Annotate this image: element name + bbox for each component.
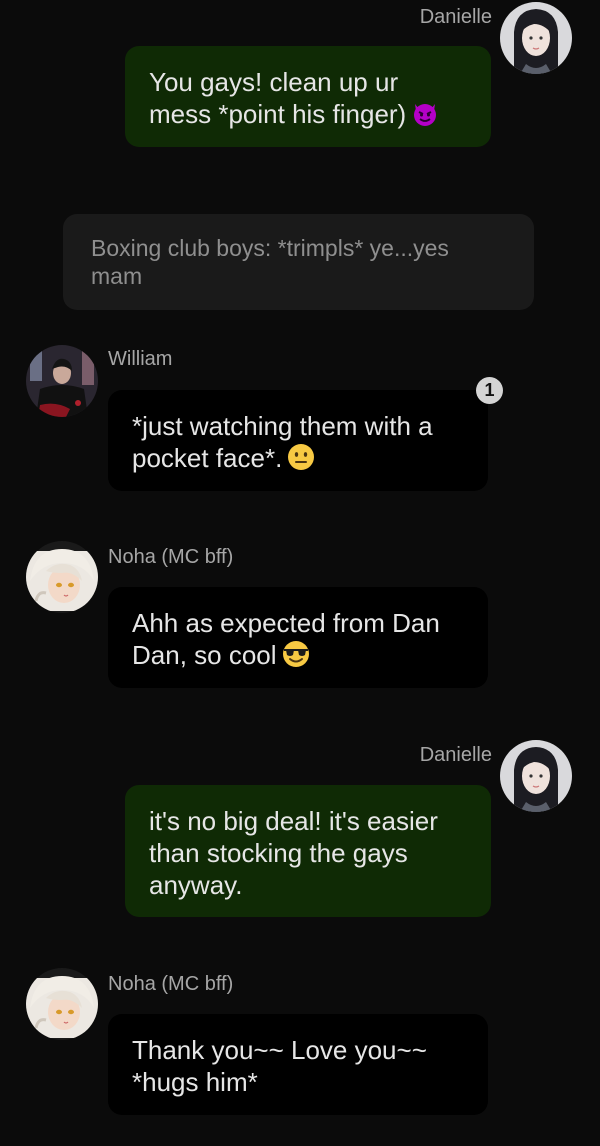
chat-thread: Danielle You gays! clean up ur mess *poi…	[0, 0, 600, 1146]
danielle-avatar-image	[500, 740, 572, 812]
sender-name: Noha (MC bff)	[108, 546, 234, 568]
message-bubble[interactable]: You gays! clean up ur mess *point his fi…	[125, 46, 491, 147]
message-text: it's no big deal! it's easier than stock…	[149, 806, 438, 900]
message-bubble[interactable]: it's no big deal! it's easier than stock…	[125, 785, 491, 917]
avatar-danielle[interactable]	[500, 740, 572, 812]
message-text: You gays! clean up ur mess *point his fi…	[149, 67, 407, 129]
noha-avatar-image	[26, 968, 98, 1040]
sender-name: Danielle	[419, 744, 492, 766]
avatar-william[interactable]	[26, 345, 98, 417]
william-avatar-image	[26, 345, 98, 417]
danielle-avatar-image	[500, 2, 572, 74]
narration-bubble[interactable]: Boxing club boys: *trimpls* ye...yes mam	[63, 214, 534, 310]
sender-name: William	[108, 348, 173, 370]
message-text: Thank you~~ Love you~~ *hugs him*	[132, 1035, 427, 1097]
avatar-noha[interactable]	[26, 968, 98, 1040]
smiling-imp-icon	[414, 104, 437, 126]
sunglasses-face-icon	[282, 641, 309, 667]
message-bubble[interactable]: *just watching them with a pocket face*.	[108, 390, 488, 491]
sender-name: Noha (MC bff)	[108, 973, 234, 995]
narration-text: Boxing club boys: *trimpls* ye...yes mam	[91, 235, 449, 289]
sender-name: Danielle	[419, 6, 492, 28]
message-text: *just watching them with a pocket face*.	[132, 411, 433, 473]
avatar-noha[interactable]	[26, 541, 98, 613]
avatar-danielle[interactable]	[500, 2, 572, 74]
message-count-badge: 1	[476, 377, 503, 404]
message-bubble[interactable]: Ahh as expected from Dan Dan, so cool	[108, 587, 488, 688]
message-bubble[interactable]: Thank you~~ Love you~~ *hugs him*	[108, 1014, 488, 1115]
noha-avatar-image	[26, 541, 98, 613]
neutral-face-icon	[288, 444, 315, 470]
